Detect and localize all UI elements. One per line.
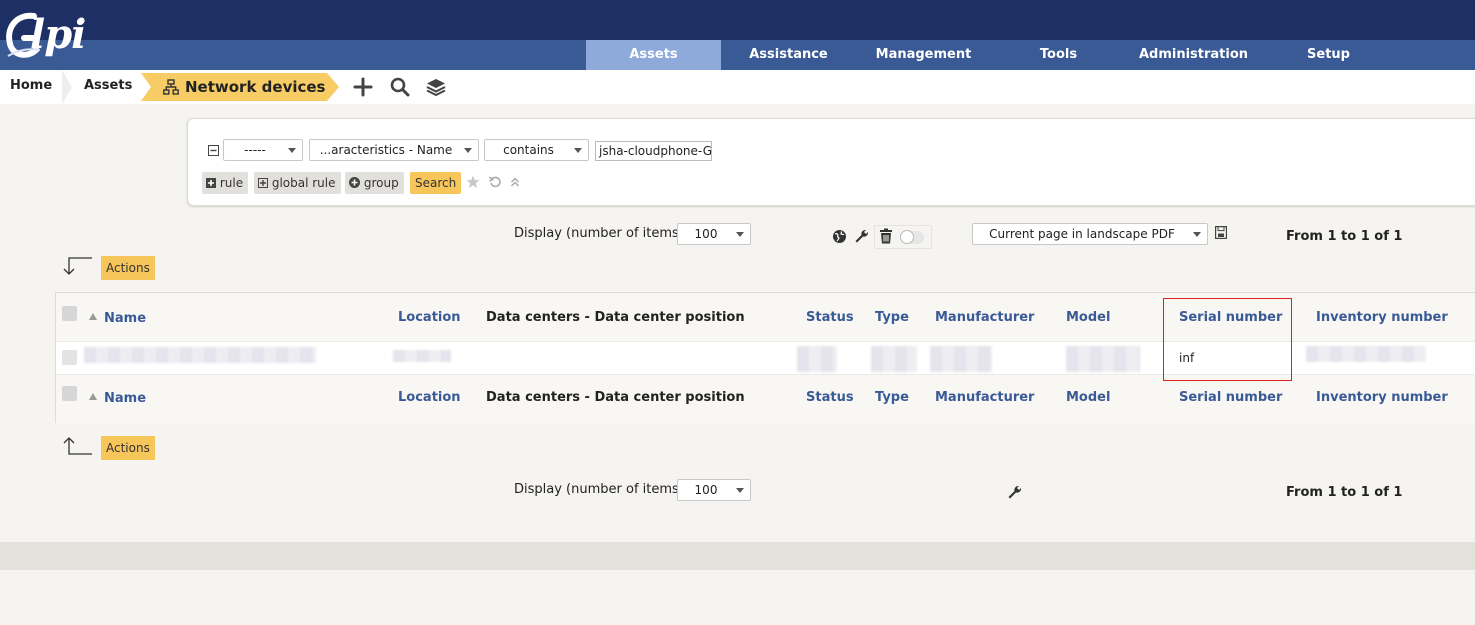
display-count-value: 100: [694, 227, 718, 241]
menu-setup[interactable]: Setup: [1261, 40, 1396, 70]
footer-column-serial-number[interactable]: Serial number: [1179, 390, 1282, 405]
field-select-value: ...aracteristics - Name: [319, 143, 453, 157]
add-rule-button[interactable]: rule: [202, 172, 249, 194]
column-datacenter-position: Data centers - Data center position: [486, 310, 745, 325]
export-format-value: Current page in landscape PDF: [989, 227, 1175, 241]
pager-info-bottom: From 1 to 1 of 1: [1286, 485, 1403, 500]
search-value-input[interactable]: jsha-cloudphone-Ga: [595, 141, 712, 161]
menu-assistance[interactable]: Assistance: [721, 40, 856, 70]
column-inventory-number[interactable]: Inventory number: [1316, 310, 1448, 325]
menu-tools[interactable]: Tools: [991, 40, 1126, 70]
redacted-model: [1066, 346, 1140, 372]
search-button[interactable]: Search: [410, 172, 462, 194]
footer-column-type[interactable]: Type: [875, 390, 909, 405]
layers-icon[interactable]: [425, 76, 447, 98]
footer-column-manufacturer[interactable]: Manufacturer: [935, 390, 1034, 405]
export-format-select[interactable]: Current page in landscape PDF: [972, 223, 1208, 245]
add-group-button[interactable]: group: [345, 172, 404, 194]
chevrons-up-icon[interactable]: [510, 177, 520, 187]
add-global-rule-button[interactable]: global rule: [254, 172, 341, 194]
row-checkbox[interactable]: [62, 350, 77, 365]
operator-select[interactable]: contains: [484, 139, 589, 161]
wrench-icon[interactable]: [1007, 484, 1023, 500]
display-count-select-bottom[interactable]: 100: [677, 479, 751, 501]
select-all-checkbox[interactable]: [62, 306, 77, 321]
breadcrumb-current-label: Network devices: [185, 78, 326, 96]
redacted-type: [871, 346, 917, 372]
wrench-icon[interactable]: [854, 228, 870, 244]
add-group-label: group: [363, 176, 399, 190]
actions-button-bottom[interactable]: Actions: [101, 436, 155, 460]
column-location[interactable]: Location: [398, 310, 461, 325]
link-select[interactable]: -----: [223, 139, 303, 161]
column-model[interactable]: Model: [1066, 310, 1110, 325]
plus-square-outline-icon: [258, 178, 268, 188]
field-select[interactable]: ...aracteristics - Name: [309, 139, 479, 161]
column-type[interactable]: Type: [875, 310, 909, 325]
footer-column-datacenter-position: Data centers - Data center position: [486, 390, 745, 405]
breadcrumb-separator: [62, 70, 72, 104]
logo-text: lpi: [30, 11, 86, 58]
actions-button-top[interactable]: Actions: [101, 256, 155, 280]
plus-icon[interactable]: [352, 76, 374, 98]
chevron-down-icon: [574, 148, 582, 153]
redacted-location: [393, 350, 451, 362]
column-status[interactable]: Status: [806, 310, 854, 325]
redacted-inventory-number: [1306, 346, 1426, 362]
globe-icon[interactable]: [832, 229, 847, 244]
arrow-down-left-icon: [63, 257, 92, 275]
breadcrumb: Home Assets Network devices: [0, 70, 1475, 104]
toggle-knob: [900, 230, 914, 244]
redacted-name: [84, 347, 316, 363]
toggle-container: [874, 225, 932, 249]
main-menu: Assets Assistance Management Tools Admin…: [586, 40, 1396, 70]
plus-square-icon: [206, 178, 216, 188]
reset-icon[interactable]: [489, 176, 501, 188]
table-footer: Name Location Data centers - Data center…: [56, 375, 1475, 423]
operator-select-value: contains: [503, 143, 554, 157]
footer-column-name[interactable]: Name: [104, 391, 146, 406]
pager-info-top: From 1 to 1 of 1: [1286, 229, 1403, 244]
chevron-down-icon: [464, 148, 472, 153]
chevron-down-icon: [1193, 232, 1201, 237]
search-criteria-panel: ----- ...aracteristics - Name contains j…: [187, 118, 1475, 206]
page-footer: [0, 542, 1475, 570]
plus-circle-icon: [349, 177, 360, 188]
column-manufacturer[interactable]: Manufacturer: [935, 310, 1034, 325]
chevron-down-icon: [288, 148, 296, 153]
sort-asc-icon: [89, 313, 97, 320]
menu-management[interactable]: Management: [856, 40, 991, 70]
link-select-value: -----: [244, 143, 266, 157]
add-global-rule-label: global rule: [271, 176, 336, 190]
star-icon[interactable]: [466, 175, 480, 189]
add-rule-label: rule: [219, 176, 244, 190]
display-count-label: Display (number of items): [514, 226, 684, 241]
save-icon[interactable]: [1215, 226, 1227, 239]
footer-column-status[interactable]: Status: [806, 390, 854, 405]
display-count-select[interactable]: 100: [677, 223, 751, 245]
footer-column-model[interactable]: Model: [1066, 390, 1110, 405]
search-icon[interactable]: [389, 76, 411, 98]
column-name[interactable]: Name: [104, 311, 146, 326]
footer-column-inventory-number[interactable]: Inventory number: [1316, 390, 1448, 405]
chevron-down-icon: [736, 232, 744, 237]
chevron-down-icon: [736, 488, 744, 493]
breadcrumb-current[interactable]: Network devices: [141, 73, 339, 101]
redacted-manufacturer: [930, 346, 992, 372]
sort-asc-icon: [89, 393, 97, 400]
arrow-up-left-icon: [63, 437, 92, 455]
top-banner: [0, 0, 1475, 40]
collapse-icon[interactable]: [208, 145, 219, 156]
serial-number-highlight: [1163, 298, 1292, 381]
menu-administration[interactable]: Administration: [1126, 40, 1261, 70]
select-all-checkbox-footer[interactable]: [62, 386, 77, 401]
display-count-label-bottom: Display (number of items): [514, 482, 684, 497]
footer-column-location[interactable]: Location: [398, 390, 461, 405]
breadcrumb-home[interactable]: Home: [10, 70, 52, 104]
network-icon: [163, 79, 179, 95]
display-count-value-bottom: 100: [694, 483, 718, 497]
menu-assets[interactable]: Assets: [586, 40, 721, 70]
redacted-status: [797, 346, 837, 372]
breadcrumb-assets[interactable]: Assets: [84, 70, 132, 104]
